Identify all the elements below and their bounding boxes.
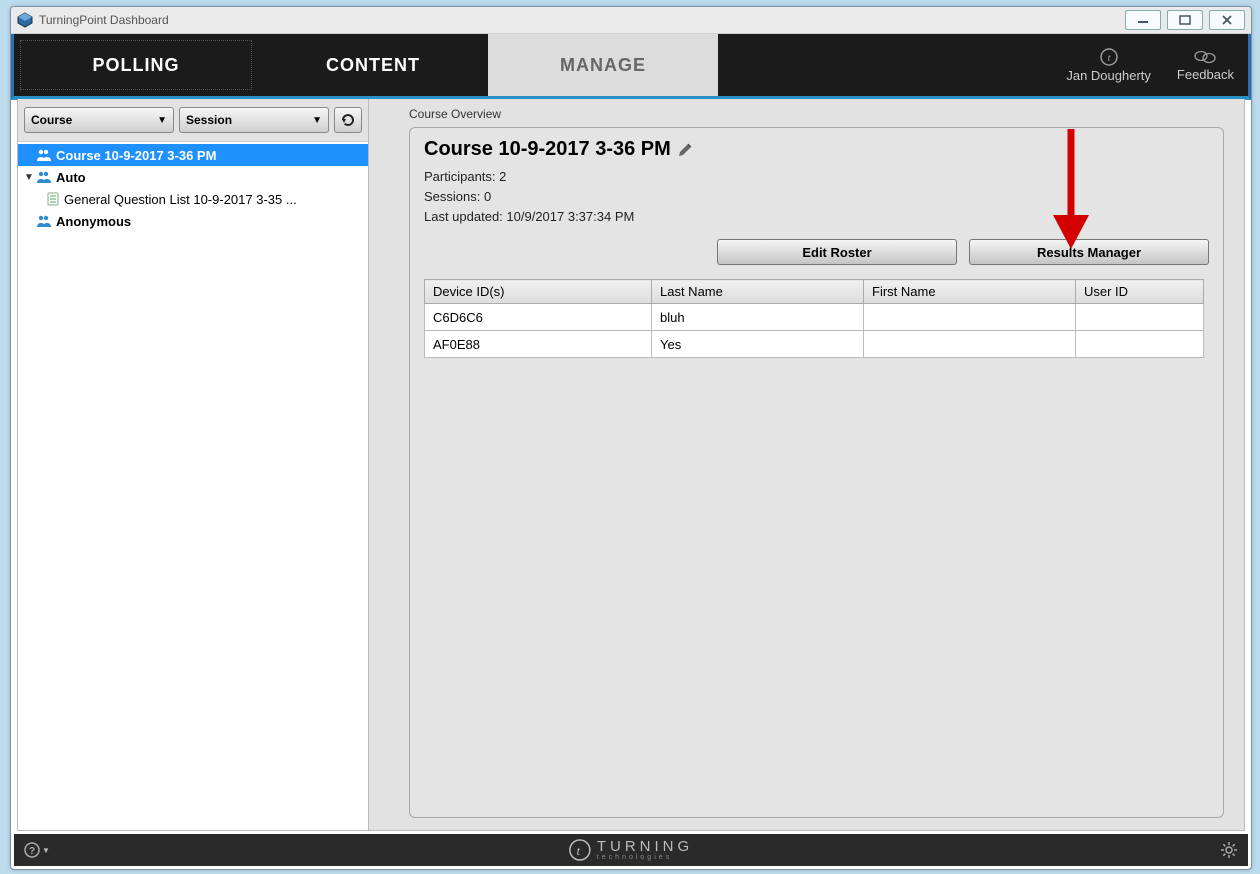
brand-logo: t TURNING technologies [569,839,693,861]
pencil-icon [677,142,693,158]
tree-item-label: General Question List 10-9-2017 3-35 ... [64,192,297,207]
feedback-label: Feedback [1177,67,1234,82]
footer: ? ▼ t TURNING technologies [14,834,1248,866]
tab-content[interactable]: CONTENT [258,34,488,96]
refresh-icon [340,112,356,128]
feedback-icon [1194,49,1216,65]
cell-first-name [864,331,1076,358]
brand-icon: t [569,839,591,861]
col-first-name[interactable]: First Name [864,280,1076,304]
app-icon [17,12,33,28]
brand-main: TURNING [597,839,693,854]
cell-device-id: C6D6C6 [425,304,652,331]
tab-polling[interactable]: POLLING [20,40,252,90]
last-updated: Last updated: 10/9/2017 3:37:34 PM [424,207,1209,227]
titlebar: TurningPoint Dashboard [11,7,1251,34]
close-button[interactable] [1209,10,1245,30]
tree-item-anonymous[interactable]: Anonymous [18,210,368,232]
results-manager-button[interactable]: Results Manager [969,239,1209,265]
cell-last-name: bluh [652,304,864,331]
edit-roster-button[interactable]: Edit Roster [717,239,957,265]
table-row[interactable]: AF0E88 Yes [425,331,1204,358]
course-title: Course 10-9-2017 3-36 PM [424,138,671,161]
session-dropdown-label: Session [186,113,232,127]
gear-icon [1220,841,1238,859]
brand-sub: technologies [597,854,693,861]
people-icon [36,214,52,228]
settings-button[interactable] [1220,841,1238,859]
app-window: TurningPoint Dashboard POLLING CONTENT M… [10,6,1252,870]
help-button[interactable]: ? ▼ [24,842,50,858]
tree-item-course[interactable]: Course 10-9-2017 3-36 PM [18,144,368,166]
course-dropdown[interactable]: Course ▼ [24,107,174,133]
tree-item-label: Auto [56,170,86,185]
window-title: TurningPoint Dashboard [39,13,169,27]
col-device-id[interactable]: Device ID(s) [425,280,652,304]
tree-item-label: Anonymous [56,214,131,229]
feedback-button[interactable]: Feedback [1177,49,1234,82]
chevron-down-icon: ▼ [157,115,167,126]
tree-item-auto[interactable]: ▼ Auto [18,166,368,188]
user-icon: t [1100,48,1118,66]
cell-user-id [1076,331,1204,358]
cell-last-name: Yes [652,331,864,358]
tree-item-label: Course 10-9-2017 3-36 PM [56,148,216,163]
edit-title-button[interactable] [677,142,693,158]
people-icon [36,148,52,162]
cell-first-name [864,304,1076,331]
disclosure-triangle-icon[interactable]: ▼ [24,172,36,183]
col-last-name[interactable]: Last Name [652,280,864,304]
help-icon: ? [24,842,40,858]
main-panel: Course Overview Course 10-9-2017 3-36 PM… [369,99,1244,830]
table-row[interactable]: C6D6C6 bluh [425,304,1204,331]
cell-user-id [1076,304,1204,331]
svg-text:?: ? [29,846,35,857]
col-user-id[interactable]: User ID [1076,280,1204,304]
breadcrumb: Course Overview [409,107,1224,125]
chevron-down-icon: ▼ [42,846,50,855]
body: Course ▼ Session ▼ [17,99,1245,831]
roster-table: Device ID(s) Last Name First Name User I… [424,279,1204,358]
participants-count: Participants: 2 [424,167,1209,187]
sessions-count: Sessions: 0 [424,187,1209,207]
sidebar-tree: Course 10-9-2017 3-36 PM ▼ Auto General … [18,142,368,830]
chevron-down-icon: ▼ [312,115,322,126]
top-nav: POLLING CONTENT MANAGE t Jan Dougherty F… [11,34,1251,100]
session-dropdown[interactable]: Session ▼ [179,107,329,133]
course-overview-box: Course 10-9-2017 3-36 PM Participants: 2… [409,127,1224,818]
sidebar-toolbar: Course ▼ Session ▼ [18,99,368,142]
cell-device-id: AF0E88 [425,331,652,358]
tab-manage[interactable]: MANAGE [488,34,718,96]
maximize-button[interactable] [1167,10,1203,30]
svg-text:t: t [1107,52,1111,64]
user-menu[interactable]: t Jan Dougherty [1066,48,1151,83]
sidebar: Course ▼ Session ▼ [18,99,369,830]
document-icon [46,192,60,206]
svg-text:t: t [577,843,584,858]
minimize-button[interactable] [1125,10,1161,30]
course-dropdown-label: Course [31,113,72,127]
refresh-button[interactable] [334,107,362,133]
user-name: Jan Dougherty [1066,68,1151,83]
people-icon [36,170,52,184]
tree-item-question-list[interactable]: General Question List 10-9-2017 3-35 ... [18,188,368,210]
